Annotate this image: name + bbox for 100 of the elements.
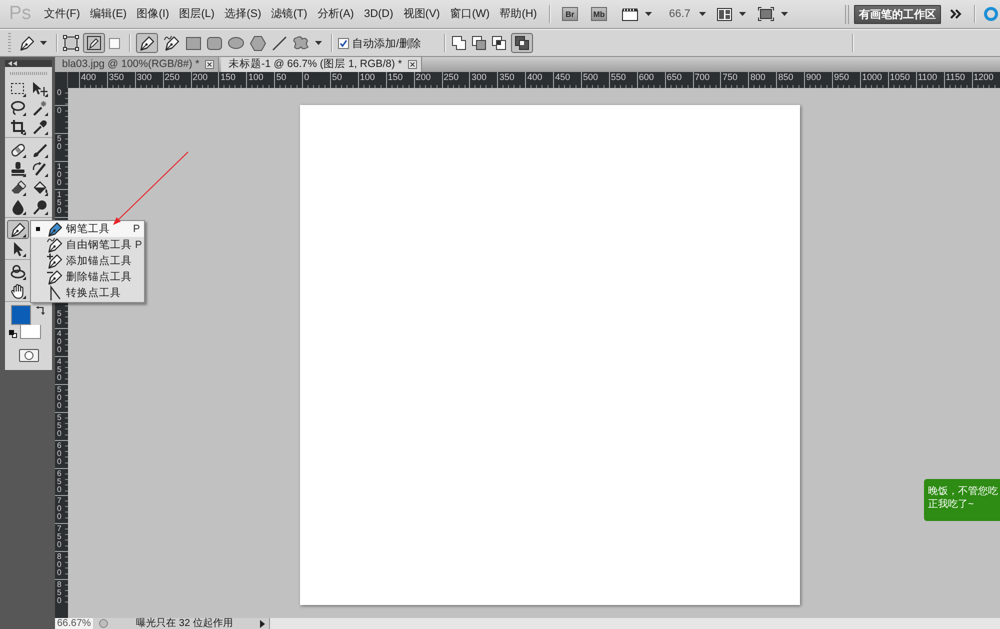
dashed-rectangle-icon[interactable]: [10, 80, 26, 96]
panel-grip[interactable]: [10, 72, 47, 75]
caret-icon[interactable]: [699, 12, 706, 16]
orbit-icon[interactable]: [10, 264, 26, 280]
ruler-number: 50: [57, 134, 62, 151]
freeform-pen-icon[interactable]: [47, 237, 63, 253]
zoom-dropdown[interactable]: 66.7: [668, 8, 706, 20]
rectangle-icon[interactable]: [186, 36, 201, 50]
menu-item[interactable]: 文件(F): [44, 6, 80, 22]
circle-handle-icon[interactable]: [32, 198, 48, 214]
mask-icon[interactable]: [18, 349, 38, 362]
rounded-rectangle-icon[interactable]: [207, 36, 222, 50]
triangle-icon[interactable]: [260, 620, 265, 628]
pen-icon[interactable]: [7, 220, 29, 239]
ruler-number: 200: [192, 72, 208, 82]
zoom-field[interactable]: 66.67%: [55, 618, 93, 629]
ruler-number: 1200: [974, 72, 994, 82]
shape-layers-icon[interactable]: [63, 35, 79, 51]
caret-icon[interactable]: [315, 41, 322, 45]
crop-icon[interactable]: [10, 118, 26, 134]
magic-wand-icon[interactable]: [32, 100, 48, 116]
toolbar-grip[interactable]: [8, 33, 11, 53]
screen-frame-icon[interactable]: [758, 7, 774, 21]
menu-item[interactable]: 钢笔工具 P: [31, 221, 144, 237]
exclude-squares-icon[interactable]: [511, 33, 534, 53]
pen-icon[interactable]: [47, 221, 63, 237]
caret-icon[interactable]: [781, 12, 788, 16]
menu-item[interactable]: 选择(S): [224, 6, 262, 22]
eraser-icon[interactable]: [10, 180, 26, 196]
launch-button[interactable]: Mb: [590, 7, 607, 21]
subtract-squares-icon[interactable]: [471, 35, 488, 51]
checkbox-label[interactable]: 自动添加/删除: [352, 36, 422, 50]
caret-icon[interactable]: [644, 12, 652, 16]
ellipse-icon[interactable]: [228, 37, 244, 49]
ruler-number: 0: [57, 89, 62, 97]
menu-item[interactable]: 视图(V): [403, 6, 440, 22]
status-message: 曝光只在 32 位起作用: [135, 618, 234, 629]
pen-icon[interactable]: [136, 33, 158, 53]
ring-icon[interactable]: [984, 7, 998, 21]
drop-icon[interactable]: [10, 198, 26, 214]
menu-item[interactable]: 图层(L): [179, 6, 215, 22]
move-arrow-icon[interactable]: [32, 80, 48, 96]
checkbox[interactable]: [338, 38, 349, 48]
blob-shape-icon[interactable]: [293, 35, 309, 51]
layout-grid-icon[interactable]: [717, 8, 732, 20]
menu-item[interactable]: 删除锚点工具: [31, 269, 144, 285]
brush-curl-icon[interactable]: [32, 160, 48, 176]
menu-item[interactable]: 滤镜(T): [271, 6, 308, 22]
collapse-arrows-icon[interactable]: [8, 61, 17, 66]
ruler-number: 300: [136, 72, 152, 82]
close-icon[interactable]: [408, 60, 417, 69]
default-colors-icon[interactable]: [9, 330, 17, 338]
menu-item[interactable]: 帮助(H): [500, 6, 537, 22]
menu-item[interactable]: 自由钢笔工具 P: [31, 237, 144, 253]
hexagon-icon[interactable]: [250, 36, 266, 50]
foreground-color-swatch[interactable]: [11, 305, 31, 325]
swap-arrow-icon[interactable]: [36, 306, 45, 315]
menu-item[interactable]: 分析(A): [317, 6, 354, 22]
intersect-squares-icon[interactable]: [491, 35, 508, 51]
menu-item[interactable]: 图像(I): [136, 6, 170, 22]
ruler-number: 50: [276, 72, 286, 82]
caret-icon[interactable]: [40, 41, 47, 45]
ruler-number: 100: [248, 72, 264, 82]
menu-item[interactable]: 转换点工具: [31, 285, 144, 301]
ruler-number: 350: [108, 72, 124, 82]
eyedropper-icon[interactable]: [32, 118, 48, 134]
background-color-swatch[interactable]: [20, 325, 41, 339]
ruler-number: 500: [583, 72, 598, 82]
ruler-number: 800: [750, 72, 766, 82]
film-strip-icon[interactable]: [622, 8, 638, 20]
stamp-icon[interactable]: [10, 160, 26, 176]
freeform-pen-icon[interactable]: [164, 35, 180, 51]
ruler-number: 850: [778, 72, 794, 82]
lasso-icon[interactable]: [10, 100, 26, 116]
menu-item[interactable]: 3D(D): [364, 6, 394, 22]
document-tab[interactable]: bla03.jpg @ 100%(RGB/8#) *: [55, 57, 220, 72]
ruler-number: 650: [57, 470, 62, 494]
menu-item[interactable]: 编辑(E): [90, 6, 127, 22]
ruler-number: 1000: [862, 72, 882, 82]
pen-plus-icon[interactable]: [47, 253, 63, 269]
combine-squares-icon[interactable]: [451, 35, 468, 51]
ruler-number: 550: [610, 72, 626, 82]
launch-button[interactable]: Br: [562, 7, 578, 21]
menu-item[interactable]: 窗口(W): [450, 6, 490, 22]
small-square-icon[interactable]: [109, 38, 120, 48]
pen-icon[interactable]: [19, 35, 35, 51]
pen-minus-icon[interactable]: [47, 269, 63, 285]
ruler-number: 750: [57, 525, 62, 550]
hand-icon[interactable]: [10, 282, 26, 298]
menu-item[interactable]: 添加锚点工具: [31, 253, 144, 269]
ruler-number: 1150: [946, 72, 965, 82]
document-tab[interactable]: 未标题-1 @ 66.7% (图层 1, RGB/8) *: [221, 57, 422, 72]
paint-bucket-icon[interactable]: [32, 180, 48, 196]
caret-icon[interactable]: [739, 12, 746, 16]
brush-icon[interactable]: [32, 142, 48, 158]
line-icon[interactable]: [272, 36, 287, 50]
pen-path-icon[interactable]: [83, 33, 105, 53]
double-chevron-icon[interactable]: [950, 9, 962, 19]
workspace-button[interactable]: 有画笔的工作区: [854, 4, 941, 24]
close-icon[interactable]: [205, 60, 214, 69]
